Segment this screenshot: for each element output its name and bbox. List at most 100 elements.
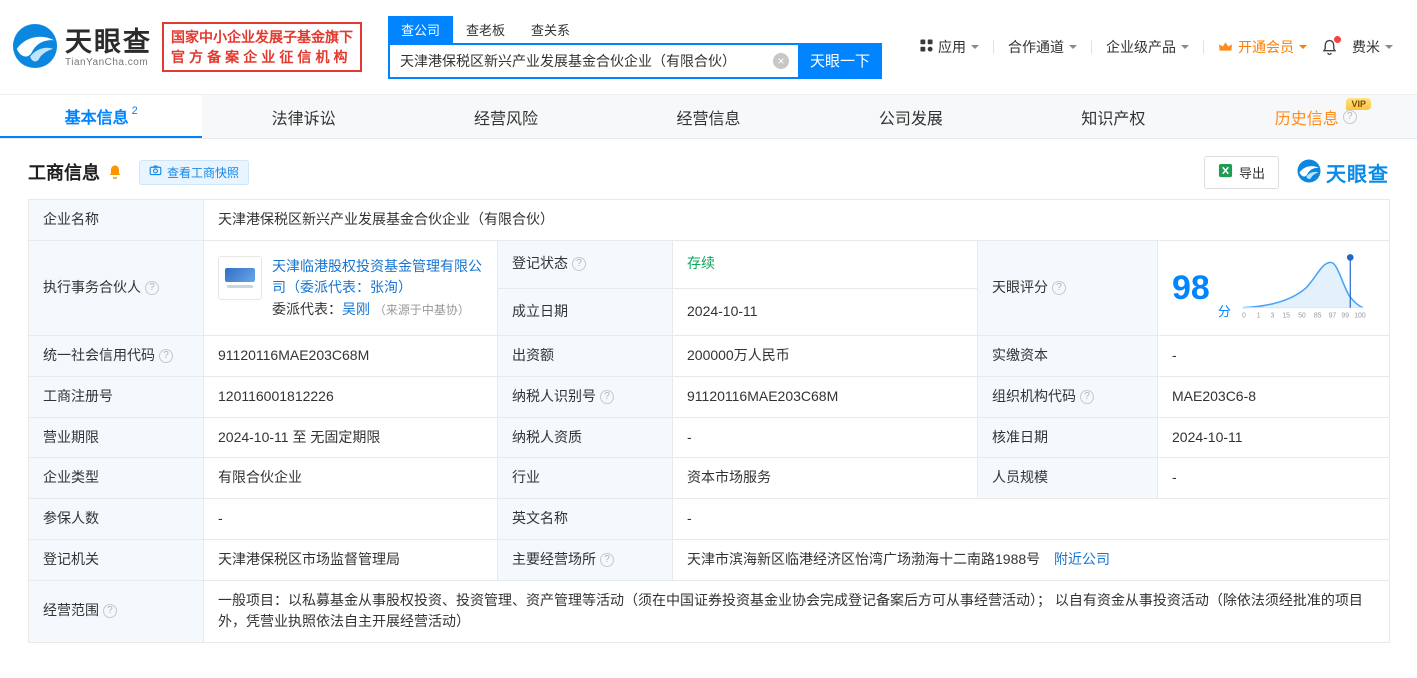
help-icon[interactable]	[159, 349, 173, 364]
tianyancha-logo[interactable]: 天眼查 TianYanCha.com	[12, 23, 152, 72]
tianyancha-logo-icon	[12, 23, 58, 72]
company-type-label: 企业类型	[28, 457, 204, 500]
tab-company-development-label: 公司发展	[878, 110, 943, 128]
partner-company-link[interactable]: 天津临港股权投资基金管理有限公司（委派代表：张洵）	[272, 258, 482, 296]
certification-badge-line1: 国家中小企业发展子基金旗下	[171, 29, 353, 45]
menu-apps[interactable]: 应用	[920, 37, 979, 57]
table-row: 参保人数 - 英文名称 -	[28, 498, 1390, 540]
tab-business-info-label: 经营信息	[676, 110, 741, 128]
registration-status-value: 存续	[672, 239, 978, 289]
table-row: 企业名称 天津港保税区新兴产业发展基金合伙企业（有限合伙）	[28, 199, 1390, 241]
company-name-label: 企业名称	[28, 199, 204, 241]
executive-partner-label: 执行事务合伙人	[28, 239, 204, 337]
help-icon[interactable]	[600, 552, 614, 567]
executive-partner-value: 天津临港股权投资基金管理有限公司（委派代表：张洵） 委派代表：吴刚 （来源于中基…	[203, 239, 498, 337]
business-address-label: 主要经营场所	[497, 538, 673, 581]
business-term-label: 营业期限	[28, 416, 204, 459]
org-code-value: MAE203C6-8	[1157, 376, 1390, 418]
established-date-label: 成立日期	[497, 287, 673, 337]
delegate-rep-link[interactable]: 吴刚	[342, 301, 370, 317]
svg-text:97: 97	[1328, 312, 1336, 319]
help-icon[interactable]	[145, 281, 159, 296]
brand-domain: TianYanCha.com	[65, 56, 149, 68]
search-button[interactable]: 天眼一下	[798, 42, 882, 79]
english-name-label: 英文名称	[497, 498, 673, 540]
subscribe-bell-icon[interactable]	[107, 164, 123, 180]
approval-date-label: 核准日期	[977, 416, 1158, 459]
nearby-companies-link[interactable]: 附近公司	[1054, 551, 1110, 567]
table-row: 经营范围 一般项目：以私募基金从事股权投资、投资管理、资产管理等活动（须在中国证…	[28, 579, 1390, 643]
tab-intellectual-property[interactable]: 知识产权	[1012, 95, 1214, 138]
score-unit: 分	[1217, 304, 1231, 320]
chevron-down-icon	[1181, 45, 1189, 53]
export-button-label: 导出	[1238, 165, 1265, 181]
menu-user-account[interactable]: 费米	[1352, 37, 1393, 57]
search-tab-relation[interactable]: 查关系	[518, 16, 583, 43]
menu-user-label: 费米	[1352, 39, 1380, 55]
svg-text:1: 1	[1257, 312, 1261, 319]
search-input[interactable]	[388, 42, 798, 79]
tab-intellectual-property-label: 知识产权	[1081, 110, 1146, 128]
vip-badge: VIP	[1346, 98, 1371, 110]
tab-business-info[interactable]: 经营信息	[607, 95, 809, 138]
industry-value: 资本市场服务	[672, 457, 978, 500]
staff-size-value: -	[1157, 457, 1390, 500]
camera-icon	[149, 164, 162, 180]
menu-partner-channel[interactable]: 合作通道	[1008, 37, 1077, 57]
taxpayer-qualification-value: -	[672, 416, 978, 459]
crown-icon	[1218, 39, 1233, 55]
registration-status-label: 登记状态	[497, 239, 673, 289]
registration-number-label: 工商注册号	[28, 376, 204, 418]
partner-company-logo[interactable]	[218, 255, 262, 300]
help-icon	[1342, 109, 1357, 124]
snapshot-button[interactable]: 查看工商快照	[139, 159, 250, 185]
clear-search-icon[interactable]: ×	[773, 52, 789, 69]
top-header: 天眼查 TianYanCha.com 国家中小企业发展子基金旗下 官方备案企业征…	[0, 0, 1417, 94]
help-icon[interactable]	[103, 604, 117, 619]
business-scope-value: 一般项目：以私募基金从事股权投资、投资管理、资产管理等活动（须在中国证券投资基金…	[203, 579, 1390, 643]
tianyan-score-label: 天眼评分	[977, 239, 1158, 337]
tab-legal-litigation[interactable]: 法律诉讼	[202, 95, 404, 138]
tab-basic-info-label: 基本信息	[64, 109, 129, 127]
english-name-value: -	[672, 498, 1390, 540]
chevron-down-icon	[1385, 45, 1393, 53]
menu-vip-label: 开通会员	[1238, 39, 1294, 55]
tab-business-risk[interactable]: 经营风险	[405, 95, 607, 138]
taxpayer-qualification-label: 纳税人资质	[497, 416, 673, 459]
tab-business-risk-label: 经营风险	[474, 110, 539, 128]
credit-code-label: 统一社会信用代码	[28, 335, 204, 378]
main-content: 工商信息 查看工商快照 导出 天眼查 企业名称 天津港保税区新兴产业发展基金合伙…	[0, 155, 1417, 643]
search-tab-company[interactable]: 查公司	[388, 15, 454, 43]
org-code-label: 组织机构代码	[977, 376, 1158, 418]
snapshot-button-label: 查看工商快照	[167, 165, 240, 180]
svg-text:15: 15	[1282, 312, 1290, 319]
menu-apps-label: 应用	[938, 39, 966, 55]
search-tab-boss[interactable]: 查老板	[453, 16, 518, 43]
tab-basic-info[interactable]: 基本信息 2	[0, 95, 203, 138]
svg-text:50: 50	[1298, 312, 1306, 319]
help-icon[interactable]	[1052, 281, 1066, 296]
capital-label: 出资额	[497, 335, 673, 378]
score-number: 98	[1172, 269, 1210, 308]
menu-enterprise-label: 企业级产品	[1106, 39, 1176, 55]
menu-enterprise-products[interactable]: 企业级产品	[1106, 37, 1189, 57]
export-button[interactable]: 导出	[1203, 155, 1279, 189]
help-icon[interactable]	[1080, 389, 1094, 404]
company-section-tabs: 基本信息 2 法律诉讼 经营风险 经营信息 公司发展 知识产权 历史信息 VIP	[0, 94, 1417, 139]
established-date-value: 2024-10-11	[672, 287, 978, 337]
menu-vip-upgrade[interactable]: 开通会员	[1218, 37, 1307, 57]
notification-dot	[1334, 35, 1341, 43]
tab-history-info-label: 历史信息	[1274, 110, 1339, 128]
company-name-value: 天津港保税区新兴产业发展基金合伙企业（有限合伙）	[203, 199, 1390, 241]
company-type-value: 有限合伙企业	[203, 457, 498, 500]
menu-partner-label: 合作通道	[1008, 39, 1064, 55]
help-icon[interactable]	[572, 257, 586, 272]
tab-history-info[interactable]: 历史信息 VIP	[1215, 95, 1417, 138]
notification-bell-icon[interactable]	[1321, 35, 1341, 56]
registration-number-value: 120116001812226	[203, 376, 498, 418]
tianyancha-watermark: 天眼查	[1297, 158, 1389, 187]
industry-label: 行业	[497, 457, 673, 500]
help-icon[interactable]	[600, 389, 614, 404]
tab-company-development[interactable]: 公司发展	[810, 95, 1012, 138]
table-row: 工商注册号 120116001812226 纳税人识别号 91120116MAE…	[28, 376, 1390, 418]
